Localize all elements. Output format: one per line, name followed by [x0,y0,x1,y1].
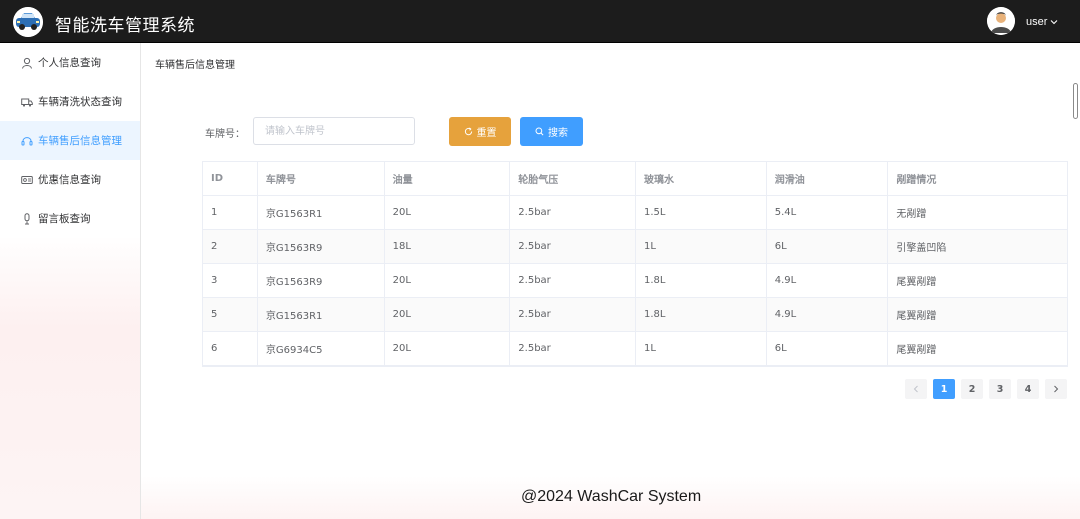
table-row[interactable]: 6 京G6934C5 20L 2.5bar 1L 6L 尾翼剐蹭 [203,332,1067,366]
truck-icon [20,95,33,108]
page-button-4[interactable]: 4 [1017,379,1039,399]
table-cell: 尾翼剐蹭 [896,311,937,322]
table-cell: 京G1563R9 [258,264,385,297]
table-cell: 3 [203,264,258,297]
user-avatar[interactable] [987,7,1015,35]
user-icon [20,56,33,69]
sidebar-item-label: 车辆清洗状态查询 [38,96,122,108]
reset-button-label: 重置 [476,128,497,139]
table-cell: 20L [385,332,511,365]
sidebar-item-label: 个人信息查询 [38,57,101,69]
table-cell: 无剐蹭 [896,209,927,220]
table-row[interactable]: 5 京G1563R1 20L 2.5bar 1.8L 4.9L 尾翼剐蹭 [203,298,1067,332]
sidebar-item-label: 车辆售后信息管理 [38,135,122,147]
sidebar-menu: 个人信息查询 车辆清洗状态查询 车辆售后信息管理 优惠信息查询 留言板查询 [0,43,140,238]
sidebar-item-label: 留言板查询 [38,213,91,225]
sidebar-item-personal-info[interactable]: 个人信息查询 [0,43,140,82]
main-content: 车辆售后信息管理 车牌号： 重置 搜索 ID 车牌号 油量 轮胎气压 玻璃水 润… [141,43,1080,519]
table-row[interactable]: 1 京G1563R1 20L 2.5bar 1.5L 5.4L 无剐蹭 [203,196,1067,230]
table-cell: 6L [767,230,889,263]
scrollbar-thumb[interactable] [1073,83,1078,119]
search-button-label: 搜索 [548,128,568,139]
sidebar-item-message-board[interactable]: 留言板查询 [0,199,140,238]
table-cell: 6 [203,332,258,365]
table-cell: 5 [203,298,258,331]
table-header-row: ID 车牌号 油量 轮胎气压 玻璃水 润滑油 剐蹭情况 [203,162,1067,196]
table-cell: 20L [385,264,511,297]
app-title: 智能洗车管理系统 [55,16,195,36]
table-cell: 5.4L [767,196,889,229]
table-cell: 京G6934C5 [258,332,385,365]
table-cell: 尾翼剐蹭 [896,277,937,288]
search-icon [535,127,544,136]
column-header-washer-fluid: 玻璃水 [636,162,767,195]
table-cell: 尾翼剐蹭 [896,345,937,356]
table-cell: 京G1563R1 [258,298,385,331]
table-cell: 1L [636,230,767,263]
column-header-tire-pressure: 轮胎气压 [510,162,636,195]
user-name[interactable]: user [1026,16,1047,28]
table-cell: 2 [203,230,258,263]
refresh-icon [464,127,472,136]
table-cell: 2.5bar [510,298,636,331]
table-cell: 京G1563R9 [258,230,385,263]
microphone-icon [20,212,33,225]
table-cell: 20L [385,196,511,229]
table-cell: 4.9L [767,264,889,297]
reset-button[interactable]: 重置 [449,117,511,146]
footer: @2024 WashCar System [141,476,1080,519]
table-cell: 1.5L [636,196,767,229]
page-button-1[interactable]: 1 [933,379,955,399]
table-cell: 1L [636,332,767,365]
column-header-scratches: 剐蹭情况 [896,175,937,186]
table-cell: 20L [385,298,511,331]
chevron-right-icon [1054,385,1059,393]
table-cell: 2.5bar [510,196,636,229]
page-button-3[interactable]: 3 [989,379,1011,399]
column-header-fuel: 油量 [385,162,511,195]
table-cell: 1.8L [636,264,767,297]
table-cell: 1.8L [636,298,767,331]
sidebar-item-wash-status[interactable]: 车辆清洗状态查询 [0,82,140,121]
sidebar-item-label: 优惠信息查询 [38,174,101,186]
table-cell: 2.5bar [510,332,636,365]
top-header: 智能洗车管理系统 user [0,0,1080,43]
table-cell: 引擎盖凹陷 [896,243,947,254]
table-cell: 2.5bar [510,264,636,297]
table-cell: 京G1563R1 [258,196,385,229]
after-sales-table: ID 车牌号 油量 轮胎气压 玻璃水 润滑油 剐蹭情况 1 京G1563R1 2… [202,161,1068,367]
chevron-down-icon[interactable] [1049,17,1059,27]
plate-number-label: 车牌号： [205,129,245,140]
pagination: 1 2 3 4 [905,379,1067,399]
table-cell: 18L [385,230,511,263]
table-cell: 1 [203,196,258,229]
ticket-icon [20,173,33,186]
breadcrumb[interactable]: 车辆售后信息管理 [155,56,235,71]
table-cell: 6L [767,332,889,365]
table-row[interactable]: 2 京G1563R9 18L 2.5bar 1L 6L 引擎盖凹陷 [203,230,1067,264]
prev-page-button[interactable] [905,379,927,399]
table-cell: 4.9L [767,298,889,331]
sidebar: 个人信息查询 车辆清洗状态查询 车辆售后信息管理 优惠信息查询 留言板查询 [0,43,141,519]
car-logo-icon[interactable] [13,7,43,37]
sidebar-item-discounts[interactable]: 优惠信息查询 [0,160,140,199]
page-button-2[interactable]: 2 [961,379,983,399]
next-page-button[interactable] [1045,379,1067,399]
sidebar-item-after-sales[interactable]: 车辆售后信息管理 [0,121,140,160]
column-header-plate: 车牌号 [258,162,385,195]
search-button[interactable]: 搜索 [520,117,583,146]
table-cell: 2.5bar [510,230,636,263]
column-header-id: ID [203,162,258,195]
plate-number-input[interactable] [253,117,415,145]
footer-copyright: @2024 WashCar System [521,488,702,505]
table-row[interactable]: 3 京G1563R9 20L 2.5bar 1.8L 4.9L 尾翼剐蹭 [203,264,1067,298]
chevron-left-icon [913,385,918,393]
column-header-lubricant: 润滑油 [767,162,889,195]
headset-icon [20,134,33,147]
